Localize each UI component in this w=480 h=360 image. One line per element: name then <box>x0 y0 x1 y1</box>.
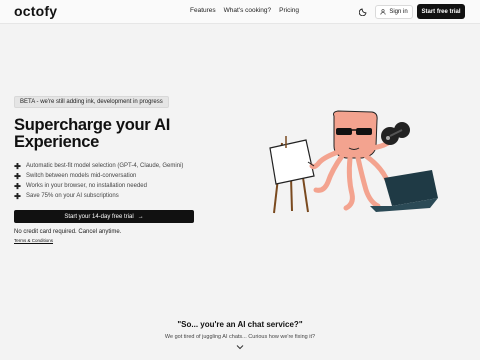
logo[interactable]: octofy <box>14 3 57 19</box>
no-credit-card-note: No credit card required. Cancel anytime. <box>14 229 122 235</box>
plus-icon: ✚ <box>14 171 21 181</box>
plus-icon: ✚ <box>14 191 21 201</box>
start-free-trial-button[interactable]: Start free trial <box>417 4 465 19</box>
hero-title: Supercharge your AI Experience <box>14 116 170 151</box>
moon-icon[interactable] <box>359 6 369 16</box>
feature-text: Works in your browser, no installation n… <box>26 183 147 189</box>
nav-features[interactable]: Features <box>190 7 216 14</box>
dumbbell-graphic <box>381 122 410 145</box>
section-subtitle: We got tired of juggling AI chats... Cur… <box>164 334 316 340</box>
plus-icon: ✚ <box>14 181 21 191</box>
main-nav: Features What's cooking? Pricing <box>190 7 299 14</box>
sign-in-button[interactable]: Sign in <box>375 5 413 19</box>
top-nav-bar: octofy Features What's cooking? Pricing … <box>0 0 480 24</box>
feature-item: ✚ Switch between models mid-conversation <box>14 171 183 181</box>
user-icon <box>380 9 386 15</box>
terms-link[interactable]: Terms & Conditions <box>14 238 53 243</box>
feature-item: ✚ Save 75% on your AI subscriptions <box>14 191 183 201</box>
feature-text: Switch between models mid-conversation <box>26 173 137 179</box>
feature-list: ✚ Automatic best-fit model selection (GPT… <box>14 161 183 201</box>
nav-whats-cooking[interactable]: What's cooking? <box>224 7 272 14</box>
octopus-illustration <box>269 110 438 214</box>
easel-graphic <box>269 136 315 214</box>
feature-item: ✚ Automatic best-fit model selection (GPT… <box>14 161 183 171</box>
feature-item: ✚ Works in your browser, no installation … <box>14 181 183 191</box>
chevron-down-icon[interactable] <box>236 344 244 350</box>
octopus-graphic <box>307 110 401 211</box>
nav-pricing[interactable]: Pricing <box>279 7 299 14</box>
feature-text: Save 75% on your AI subscriptions <box>26 193 119 199</box>
arrow-right-icon: → <box>137 213 144 220</box>
section-question: "So... you're an AI chat service?" <box>177 320 303 329</box>
plus-icon: ✚ <box>14 161 21 171</box>
beta-badge: BETA - we're still adding ink, developme… <box>14 96 169 108</box>
start-trial-label: Start your 14-day free trial <box>64 213 134 220</box>
feature-text: Automatic best-fit model selection (GPT-… <box>26 163 184 169</box>
start-trial-button[interactable]: Start your 14-day free trial → <box>14 210 194 223</box>
sign-in-label: Sign in <box>389 9 408 15</box>
